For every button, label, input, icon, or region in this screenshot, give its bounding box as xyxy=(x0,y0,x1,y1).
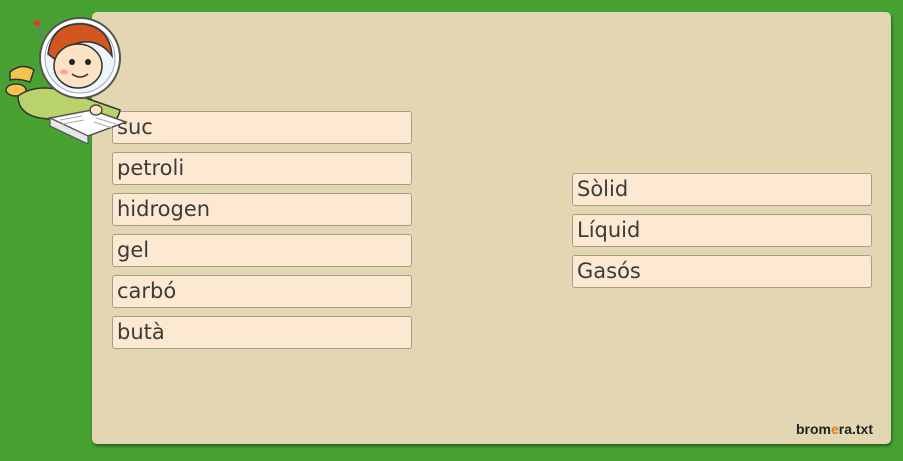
draggable-word-tile[interactable]: butà xyxy=(112,316,412,349)
category-target-solid[interactable]: Sòlid xyxy=(572,173,872,206)
logo-text-part: brom xyxy=(795,421,831,437)
draggable-word-tile[interactable]: suc xyxy=(112,111,412,144)
category-target-liquid[interactable]: Líquid xyxy=(572,214,872,247)
logo-text-part: ra.txt xyxy=(838,421,873,437)
astronaut-girl-reading-book-icon xyxy=(5,17,129,145)
draggable-word-tile[interactable]: gel xyxy=(112,234,412,267)
logo-accent-letter: e xyxy=(830,421,839,437)
draggable-word-tile[interactable]: petroli xyxy=(112,152,412,185)
draggable-word-tile[interactable]: carbó xyxy=(112,275,412,308)
category-target-gas[interactable]: Gasós xyxy=(572,255,872,288)
activity-panel: suc petroli hidrogen gel carbó butà Sòli… xyxy=(92,12,891,444)
draggable-word-tile[interactable]: hidrogen xyxy=(112,193,412,226)
bromera-logo: bromera.txt xyxy=(796,421,873,437)
